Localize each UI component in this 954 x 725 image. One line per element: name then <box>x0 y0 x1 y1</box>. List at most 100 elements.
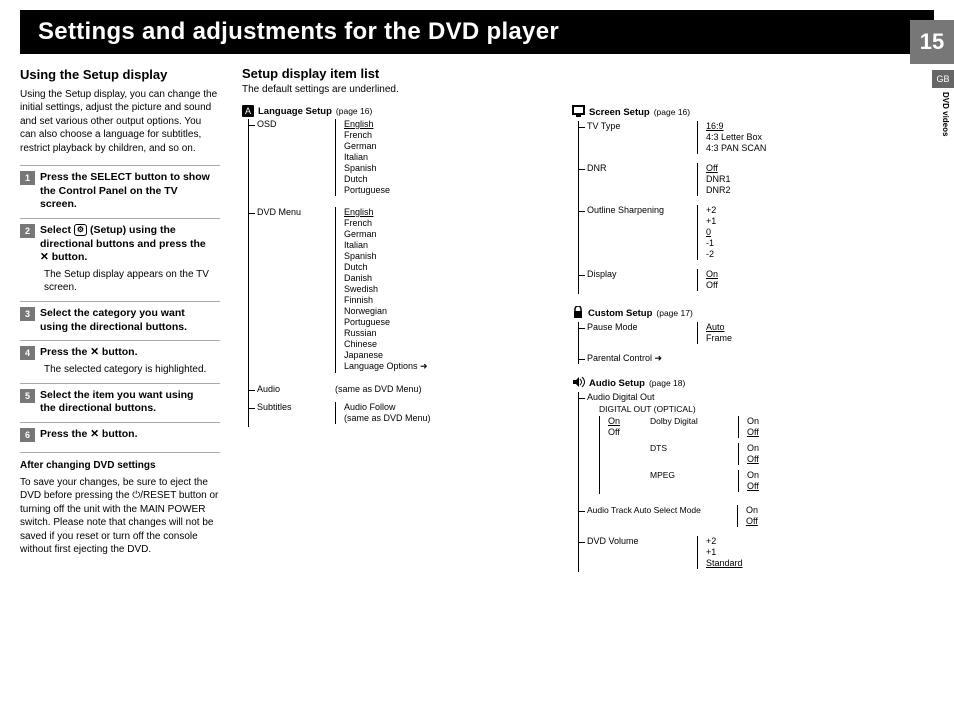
sharp-label: Outline Sharpening <box>579 205 697 215</box>
option-value: +2 <box>706 205 882 216</box>
tvtype-label: TV Type <box>579 121 697 131</box>
language-setup-title: Language Setup <box>258 106 332 117</box>
step-title: Press the ✕ button. <box>40 428 212 442</box>
option-value: Off <box>608 427 638 438</box>
audio-value: (same as DVD Menu) <box>335 384 552 394</box>
page-banner: Settings and adjustments for the DVD pla… <box>20 10 934 54</box>
osd-values: EnglishFrenchGermanItalianSpanishDutchPo… <box>335 119 552 196</box>
option-value: Off <box>747 427 759 438</box>
subtitles-values: Audio Follow(same as DVD Menu) <box>335 402 552 424</box>
option-value: French <box>344 130 552 141</box>
option-value: Japanese <box>344 350 552 361</box>
page-number: 15 <box>910 20 954 64</box>
step-title: Select the item you want using the direc… <box>40 389 212 416</box>
mpeg-label: MPEG <box>650 470 738 480</box>
vol-values: +2+1Standard <box>697 536 882 569</box>
step-title: Select the category you want using the d… <box>40 307 212 334</box>
screen-setup-page: (page 16) <box>654 107 690 117</box>
option-value: Portuguese <box>344 317 552 328</box>
dnr-values: OffDNR1DNR2 <box>697 163 882 196</box>
screen-setup-title: Screen Setup <box>589 107 650 118</box>
heading-item-list: Setup display item list <box>242 66 934 81</box>
option-value: Language Options ➜ <box>344 361 552 373</box>
option-value: 4:3 Letter Box <box>706 132 882 143</box>
step-number: 1 <box>20 171 35 185</box>
option-value: Chinese <box>344 339 552 350</box>
step-title: Press the SELECT button to show the Cont… <box>40 171 212 212</box>
option-value: German <box>344 229 552 240</box>
section-side-label: DVD videos <box>941 92 950 136</box>
pause-values: AutoFrame <box>697 322 882 344</box>
step-title: Select ⚙ (Setup) using the directional b… <box>40 224 212 265</box>
step-number: 6 <box>20 428 35 442</box>
option-value: German <box>344 141 552 152</box>
option-value: Spanish <box>344 163 552 174</box>
step-item: 5 Select the item you want using the dire… <box>20 383 220 416</box>
custom-setup-page: (page 17) <box>656 308 692 318</box>
dnr-label: DNR <box>579 163 697 173</box>
dolby-values: OnOff <box>738 416 759 438</box>
dts-label: DTS <box>650 443 738 453</box>
steps-list: 1 Press the SELECT button to show the Con… <box>20 165 220 442</box>
language-setup-icon: A <box>242 105 254 117</box>
sharp-values: +2+10-1-2 <box>697 205 882 260</box>
option-value: Finnish <box>344 295 552 306</box>
option-value: Italian <box>344 152 552 163</box>
setup-icon: ⚙ <box>74 224 87 236</box>
option-value: Russian <box>344 328 552 339</box>
option-value: On <box>747 443 759 454</box>
option-value: On <box>747 416 759 427</box>
option-value: English <box>344 119 552 130</box>
defaults-note: The default settings are underlined. <box>242 84 934 95</box>
option-value: Swedish <box>344 284 552 295</box>
option-value: On <box>746 505 882 516</box>
dolby-label: Dolby Digital <box>650 416 738 426</box>
right-column: Setup display item list The default sett… <box>242 66 934 572</box>
page-title: Settings and adjustments for the DVD pla… <box>38 18 559 46</box>
left-column: Using the Setup display Using the Setup … <box>20 66 220 572</box>
tree-right: Screen Setup (page 16) TV Type 16:94:3 Le… <box>572 105 882 572</box>
option-value: +2 <box>706 536 882 547</box>
step-note: The Setup display appears on the TV scre… <box>44 268 220 295</box>
mpeg-values: OnOff <box>738 470 759 492</box>
dvdmenu-values: EnglishFrenchGermanItalianSpanishDutchDa… <box>335 207 552 373</box>
option-value: Italian <box>344 240 552 251</box>
pause-label: Pause Mode <box>579 322 697 332</box>
display-values: OnOff <box>697 269 882 291</box>
step-note: The selected category is highlighted. <box>44 363 220 377</box>
option-value: Frame <box>706 333 882 344</box>
tree-language: A Language Setup (page 16) OSD EnglishFr… <box>242 105 552 572</box>
step-number: 2 <box>20 224 35 238</box>
option-value: Danish <box>344 273 552 284</box>
option-value: Off <box>706 280 882 291</box>
parental-label: Parental Control ➜ <box>579 353 727 364</box>
audio-setup-page: (page 18) <box>649 378 685 388</box>
after-paragraph: To save your changes, be sure to eject t… <box>20 476 220 557</box>
option-value: -2 <box>706 249 882 260</box>
step-number: 3 <box>20 307 35 321</box>
option-value: French <box>344 218 552 229</box>
dts-values: OnOff <box>738 443 759 465</box>
dvdmenu-label: DVD Menu <box>249 207 335 217</box>
language-setup-page: (page 16) <box>336 106 372 116</box>
option-value: On <box>747 470 759 481</box>
option-value: English <box>344 207 552 218</box>
locale-tab: GB <box>932 70 954 88</box>
option-value: Off <box>747 481 759 492</box>
osd-label: OSD <box>249 119 335 129</box>
option-value: Spanish <box>344 251 552 262</box>
option-value: Standard <box>706 558 882 569</box>
option-value: Dutch <box>344 262 552 273</box>
option-value: DNR2 <box>706 185 882 196</box>
audio-label: Audio <box>249 384 335 394</box>
display-label: Display <box>579 269 697 279</box>
option-value: 0 <box>706 227 882 238</box>
option-value: Off <box>706 163 882 174</box>
option-value: On <box>608 416 638 427</box>
step-number: 5 <box>20 389 35 403</box>
custom-setup-title: Custom Setup <box>588 308 652 319</box>
option-value: Auto <box>706 322 882 333</box>
option-value: Off <box>747 454 759 465</box>
option-value: 16:9 <box>706 121 882 132</box>
option-value: Dutch <box>344 174 552 185</box>
